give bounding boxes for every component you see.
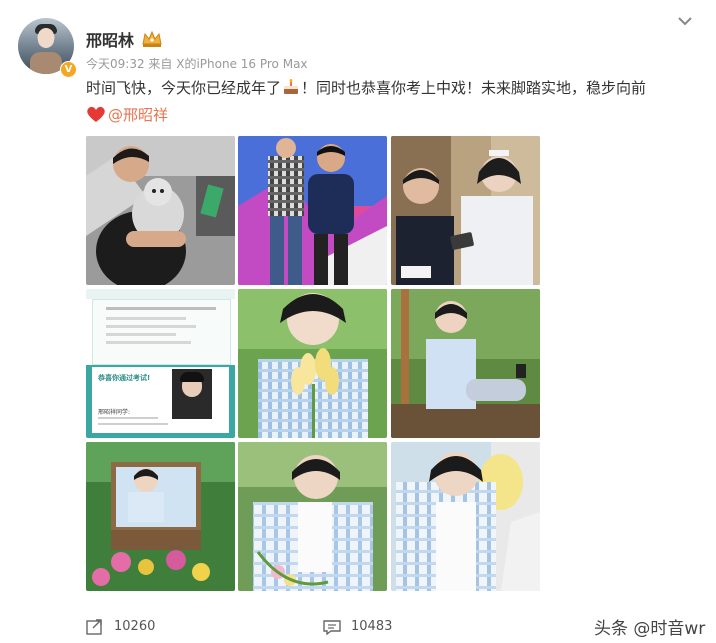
- post-footer: 10260 10483 头条 @时音wr: [0, 610, 716, 643]
- certificate-heading: 恭喜你通过考试!: [98, 374, 151, 382]
- post-meta: 今天09:32 来自 X的iPhone 16 Pro Max: [86, 55, 308, 72]
- certificate-photo: [172, 369, 212, 419]
- post-text: 时间飞快，今天你已经成年了 ！同时也恭喜你考上中戏！未来脚踏实地，稳步向前: [86, 78, 696, 98]
- post-time: 今天09:32: [86, 57, 145, 71]
- username[interactable]: 邢昭林: [86, 27, 134, 51]
- verified-badge: V: [60, 61, 77, 78]
- photo-5[interactable]: [238, 289, 387, 438]
- mention-link[interactable]: @邢昭祥: [108, 106, 168, 124]
- cake-emoji-icon: [284, 79, 299, 94]
- comment-icon[interactable]: [323, 619, 341, 635]
- photo-6[interactable]: [391, 289, 540, 438]
- repost-count[interactable]: 10260: [114, 619, 155, 634]
- repost-icon[interactable]: [86, 619, 104, 635]
- photo-3[interactable]: [391, 136, 540, 285]
- photo-grid: 恭喜你通过考试! 邢昭祥同学:: [86, 136, 540, 591]
- watermark: 头条 @时音wr: [594, 619, 706, 639]
- photo-1[interactable]: [86, 136, 235, 285]
- post-source: 来自 X的iPhone 16 Pro Max: [148, 57, 308, 71]
- photo-2[interactable]: [238, 136, 387, 285]
- comment-count[interactable]: 10483: [351, 619, 392, 634]
- photo-9[interactable]: [391, 442, 540, 591]
- photo-7[interactable]: [86, 442, 235, 591]
- certificate-name-line: 邢昭祥同学:: [98, 409, 131, 416]
- weibo-post-card: V 邢昭林 今天09:32 来自 X的iPhone 16 Pro Max 时间飞…: [0, 0, 716, 643]
- post-text-part2: ！同时也恭喜你考上中戏！未来脚踏实地，稳步向前: [301, 79, 647, 97]
- crown-icon: [142, 30, 162, 47]
- chevron-down-icon[interactable]: [676, 14, 694, 28]
- heart-emoji-icon: [87, 106, 105, 122]
- post-text-part1: 时间飞快，今天你已经成年了: [86, 79, 282, 97]
- photo-8[interactable]: [238, 442, 387, 591]
- mention-row: @邢昭祥: [86, 105, 168, 125]
- photo-4-certificate[interactable]: 恭喜你通过考试! 邢昭祥同学:: [86, 289, 235, 438]
